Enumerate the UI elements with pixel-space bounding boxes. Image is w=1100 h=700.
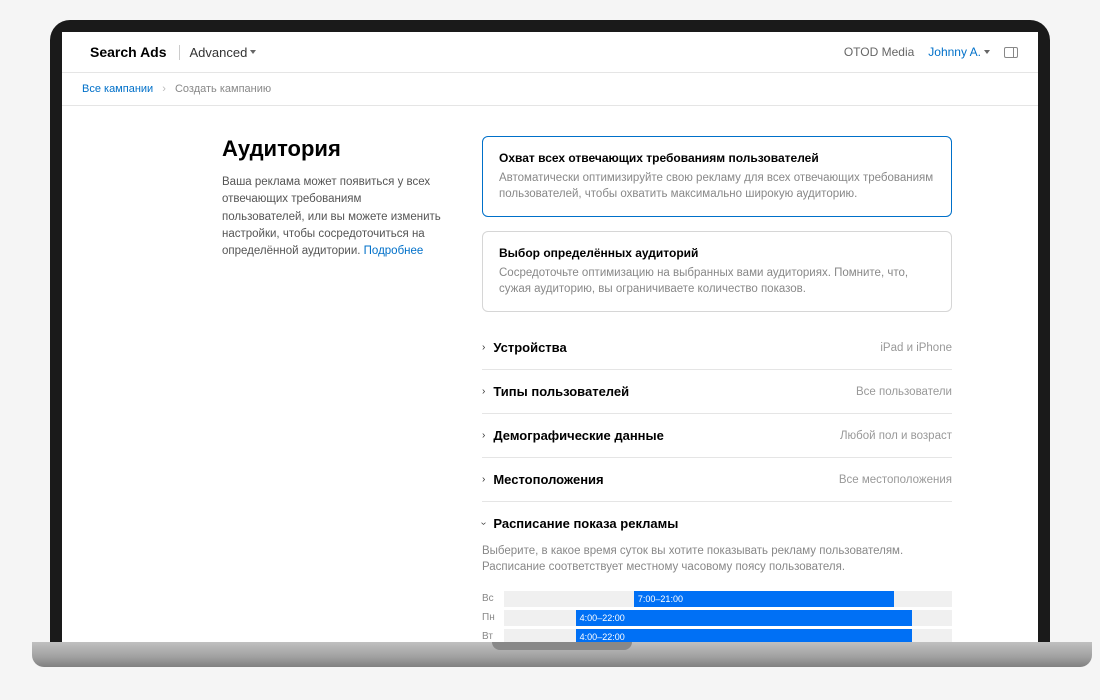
schedule-grid: Вс7:00–21:00Пн4:00–22:00Вт4:00–22:00Ср4:… [482, 590, 952, 642]
user-name-label: Johnny A. [928, 45, 981, 59]
accordion-locations[interactable]: › Местоположения Все местоположения [482, 458, 952, 502]
learn-more-link[interactable]: Подробнее [364, 245, 424, 257]
schedule-track: 4:00–22:00 [504, 610, 952, 626]
breadcrumb: Все кампании › Создать кампанию [62, 73, 1038, 106]
breadcrumb-separator: › [162, 83, 166, 95]
schedule-bar[interactable]: 7:00–21:00 [634, 591, 894, 607]
chevron-right-icon: › [482, 342, 485, 353]
app-header: Search Ads Advanced OTOD Media Johnny A. [62, 32, 1038, 73]
chevron-down-icon [250, 50, 256, 54]
schedule-title: Расписание показа рекламы [493, 516, 678, 531]
schedule-day-label: Пн [482, 612, 504, 623]
product-tier-label: Advanced [190, 45, 248, 60]
schedule-header[interactable]: › Расписание показа рекламы [482, 516, 952, 531]
section-intro: Аудитория Ваша реклама может появиться у… [222, 136, 442, 642]
breadcrumb-create-campaign: Создать кампанию [175, 83, 271, 95]
schedule-day-label: Вс [482, 593, 504, 604]
main-column: Охват всех отвечающих требованиям пользо… [482, 136, 952, 642]
schedule-row[interactable]: Пн 4:00–22:00 [482, 609, 952, 627]
accordion-title: Местоположения [493, 472, 603, 487]
audience-option-reach-all[interactable]: Охват всех отвечающих требованиям пользо… [482, 136, 952, 217]
accordion-value: Все местоположения [839, 474, 952, 486]
user-menu[interactable]: Johnny A. [928, 45, 990, 59]
header-right: OTOD Media Johnny A. [844, 45, 1018, 59]
card-description: Сосредоточьте оптимизацию на выбранных в… [499, 265, 935, 297]
card-description: Автоматически оптимизируйте свою рекламу… [499, 170, 935, 202]
panel-toggle-icon[interactable] [1004, 47, 1018, 58]
schedule-bar[interactable]: 4:00–22:00 [576, 610, 912, 626]
chevron-right-icon: › [482, 430, 485, 441]
accordion-value: Все пользователи [856, 386, 952, 398]
breadcrumb-all-campaigns[interactable]: Все кампании [82, 83, 153, 95]
card-title: Выбор определённых аудиторий [499, 246, 935, 260]
schedule-track: 7:00–21:00 [504, 591, 952, 607]
chevron-down-icon: › [478, 522, 489, 525]
brand-name: Search Ads [90, 44, 167, 60]
section-title: Аудитория [222, 136, 442, 162]
schedule-bar[interactable]: 4:00–22:00 [576, 629, 912, 642]
accordion-value: Любой пол и возраст [840, 430, 952, 442]
schedule-day-label: Вт [482, 631, 504, 642]
accordion-devices[interactable]: › Устройства iPad и iPhone [482, 326, 952, 370]
content-area: Аудитория Ваша реклама может появиться у… [62, 106, 1038, 642]
accordion-title: Демографические данные [493, 428, 664, 443]
product-tier-selector[interactable]: Advanced [179, 45, 257, 60]
schedule-track: 4:00–22:00 [504, 629, 952, 642]
chevron-right-icon: › [482, 474, 485, 485]
chevron-down-icon [984, 50, 990, 54]
schedule-section: › Расписание показа рекламы Выберите, в … [482, 502, 952, 642]
schedule-row[interactable]: Вс 7:00–21:00 [482, 590, 952, 608]
audience-option-select-audiences[interactable]: Выбор определённых аудиторий Сосредоточь… [482, 231, 952, 312]
schedule-description: Выберите, в какое время суток вы хотите … [482, 543, 952, 575]
accordion-title: Типы пользователей [493, 384, 629, 399]
chevron-right-icon: › [482, 386, 485, 397]
accordion-title: Устройства [493, 340, 566, 355]
card-title: Охват всех отвечающих требованиям пользо… [499, 151, 935, 165]
schedule-row[interactable]: Вт 4:00–22:00 [482, 628, 952, 642]
accordion-value: iPad и iPhone [880, 342, 952, 354]
accordion-demographics[interactable]: › Демографические данные Любой пол и воз… [482, 414, 952, 458]
section-description: Ваша реклама может появиться у всех отве… [222, 174, 442, 260]
org-name: OTOD Media [844, 45, 914, 59]
brand-block: Search Ads Advanced [82, 44, 256, 60]
accordion-user-types[interactable]: › Типы пользователей Все пользователи [482, 370, 952, 414]
